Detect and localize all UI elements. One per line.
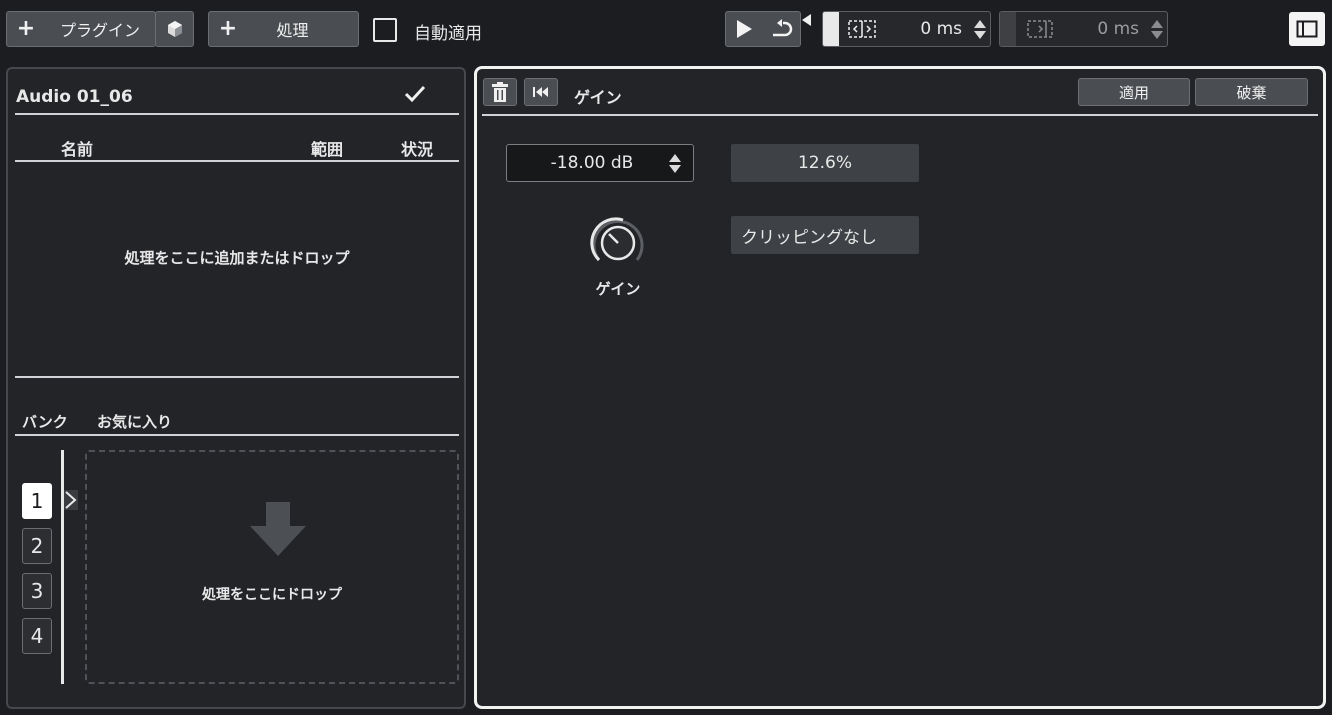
reset-button[interactable] bbox=[524, 78, 558, 106]
bank-button-2[interactable]: 2 bbox=[22, 528, 52, 564]
post-roll-icon bbox=[1027, 20, 1053, 38]
divider bbox=[15, 113, 459, 115]
panel-layout-icon bbox=[1296, 20, 1318, 38]
post-roll-value: 0 ms bbox=[1097, 19, 1139, 39]
bank-button-1[interactable]: 1 bbox=[22, 483, 52, 519]
gain-percent-readout: 12.6% bbox=[731, 144, 919, 182]
process-title: ゲイン bbox=[574, 88, 622, 107]
delete-button[interactable] bbox=[483, 78, 517, 106]
trash-icon bbox=[492, 82, 508, 102]
bank-button-3[interactable]: 3 bbox=[22, 573, 52, 609]
plugin-menu-button[interactable] bbox=[155, 11, 194, 47]
clip-name: Audio 01_06 bbox=[16, 87, 133, 107]
post-roll-stepper[interactable] bbox=[1147, 19, 1167, 39]
clipping-status-readout: クリッピングなし bbox=[731, 216, 919, 254]
skip-back-icon bbox=[533, 87, 548, 97]
drop-arrow-icon bbox=[250, 502, 306, 556]
preroll-marker-icon bbox=[802, 14, 811, 26]
bank-button-4[interactable]: 4 bbox=[22, 618, 52, 654]
gain-stepper[interactable] bbox=[665, 153, 685, 173]
gain-knob-label: ゲイン bbox=[595, 280, 641, 298]
pre-roll-field[interactable]: 0 ms bbox=[822, 11, 991, 47]
column-name: 名前 bbox=[61, 140, 94, 159]
gain-value: -18.00 dB bbox=[550, 153, 634, 173]
divider bbox=[15, 160, 459, 162]
loop-icon[interactable] bbox=[769, 19, 793, 39]
add-process-label: 処理 bbox=[276, 21, 309, 40]
favorites-drop-zone[interactable]: 処理をここにドロップ bbox=[85, 450, 459, 684]
add-plugin-button[interactable]: + プラグイン bbox=[6, 11, 156, 47]
auto-apply-checkbox[interactable] bbox=[373, 18, 397, 42]
pre-roll-icon bbox=[848, 20, 876, 38]
auto-apply-label: 自動適用 bbox=[414, 24, 482, 44]
bank-header: バンク bbox=[22, 413, 68, 431]
column-range: 範囲 bbox=[311, 140, 344, 159]
process-list-empty-hint[interactable]: 処理をここに追加またはドロップ bbox=[15, 247, 459, 268]
divider bbox=[15, 376, 459, 378]
drop-hint: 処理をここにドロップ bbox=[202, 587, 342, 603]
post-roll-field[interactable]: 0 ms bbox=[999, 11, 1168, 47]
add-process-button[interactable]: + 処理 bbox=[208, 11, 359, 47]
plus-icon: + bbox=[16, 16, 36, 41]
divider bbox=[482, 114, 1318, 116]
layout-toggle-button[interactable] bbox=[1289, 12, 1325, 46]
gain-knob[interactable] bbox=[587, 212, 649, 274]
add-plugin-label: プラグイン bbox=[59, 21, 140, 40]
column-status: 状況 bbox=[401, 140, 434, 159]
gain-percent: 12.6% bbox=[797, 153, 852, 173]
plus-icon: + bbox=[218, 16, 238, 41]
bank-pointer-icon bbox=[64, 490, 78, 510]
cube-icon bbox=[167, 21, 182, 37]
clipping-status: クリッピングなし bbox=[741, 227, 877, 248]
pre-roll-value: 0 ms bbox=[920, 19, 962, 39]
favorites-header: お気に入り bbox=[97, 413, 173, 431]
gain-value-field[interactable]: -18.00 dB bbox=[506, 144, 694, 182]
process-chain-panel: Audio 01_06 名前 範囲 状況 処理をここに追加またはドロップ バンク… bbox=[6, 67, 466, 709]
process-editor-panel: ゲイン 適用 破棄 -18.00 dB 12.6% クリッピングなし ゲイン bbox=[474, 66, 1326, 709]
apply-button[interactable]: 適用 bbox=[1078, 78, 1190, 106]
bank-rail bbox=[61, 450, 64, 684]
play-icon[interactable] bbox=[734, 19, 754, 39]
discard-button[interactable]: 破棄 bbox=[1195, 78, 1308, 106]
pre-roll-stepper[interactable] bbox=[970, 19, 990, 39]
divider bbox=[15, 434, 459, 436]
transport-buttons bbox=[725, 11, 801, 47]
checkmark-icon[interactable] bbox=[404, 85, 426, 103]
